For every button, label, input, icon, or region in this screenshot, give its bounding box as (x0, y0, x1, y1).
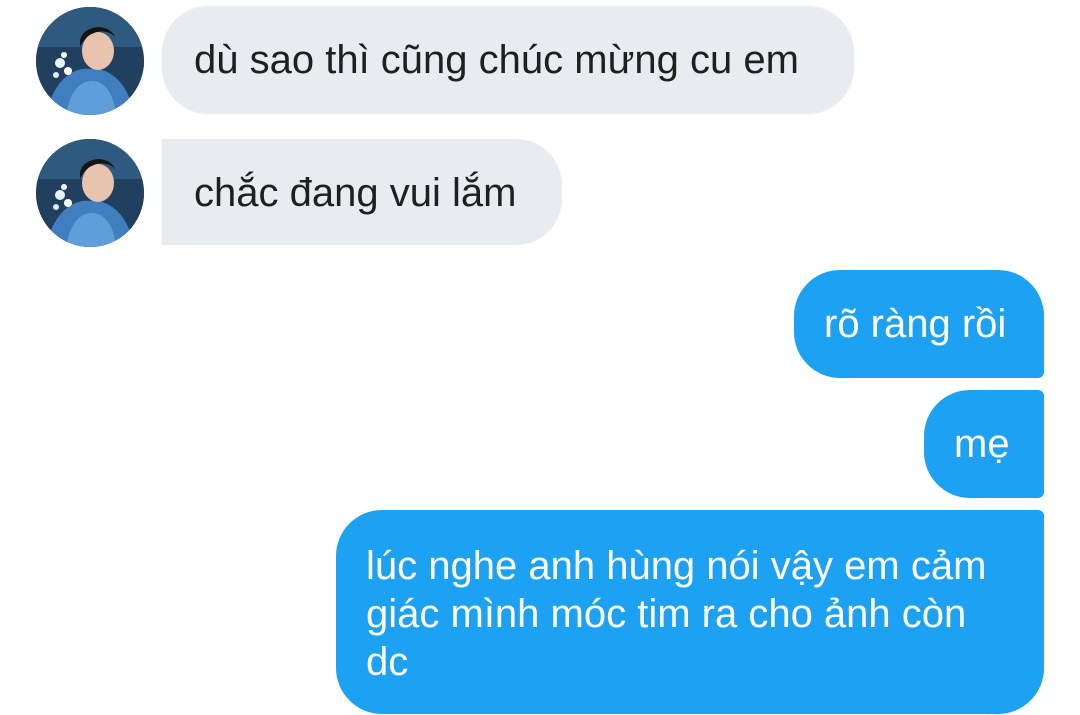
avatar-photo-icon (36, 7, 144, 115)
avatar-photo-icon (36, 139, 144, 247)
message-text: mẹ (954, 422, 1010, 466)
message-bubble-incoming[interactable]: dù sao thì cũng chúc mừng cu em (162, 6, 854, 114)
sender-avatar[interactable] (36, 139, 144, 247)
message-text: rõ ràng rồi (824, 302, 1007, 346)
message-bubble-outgoing[interactable]: rõ ràng rồi (794, 270, 1044, 378)
sender-avatar[interactable] (36, 7, 144, 115)
message-text: chắc đang vui lắm (194, 171, 517, 215)
message-bubble-outgoing[interactable]: mẹ (924, 390, 1044, 498)
message-bubble-incoming[interactable]: chắc đang vui lắm (162, 139, 562, 245)
message-text: lúc nghe anh hùng nói vậy em cảm giác mì… (366, 544, 987, 684)
message-text: dù sao thì cũng chúc mừng cu em (194, 38, 799, 82)
message-bubble-outgoing[interactable]: lúc nghe anh hùng nói vậy em cảm giác mì… (336, 510, 1044, 714)
